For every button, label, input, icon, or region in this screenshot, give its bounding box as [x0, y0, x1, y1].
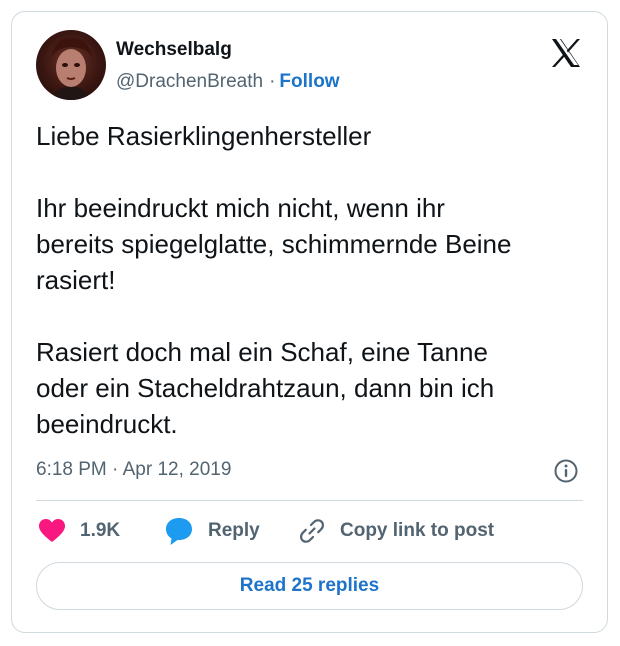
info-icon[interactable] — [553, 458, 579, 484]
avatar[interactable] — [36, 30, 106, 100]
link-icon — [300, 519, 324, 543]
copy-link-button[interactable]: Copy link to post — [298, 516, 494, 546]
heart-icon — [39, 519, 65, 542]
divider — [36, 500, 583, 501]
reply-button[interactable]: Reply — [164, 516, 260, 546]
avatar-portrait — [50, 37, 93, 100]
tweet-text: Liebe Rasierklingenhersteller Ihr beeind… — [36, 121, 512, 439]
like-button[interactable]: 1.9K — [38, 516, 120, 546]
author-display-name[interactable]: Wechselbalg — [116, 38, 232, 62]
author-handle-row: @DrachenBreath · Follow — [116, 70, 340, 94]
tweet-date: Apr 12, 2019 — [122, 459, 232, 480]
reply-label: Reply — [208, 520, 260, 541]
tweet-timestamp[interactable]: 6:18 PM · Apr 12, 2019 — [36, 457, 231, 483]
author-handle[interactable]: @DrachenBreath — [116, 71, 263, 92]
speech-bubble-icon — [166, 518, 192, 545]
tweet-time: 6:18 PM — [36, 459, 107, 480]
read-replies-button[interactable]: Read 25 replies — [36, 562, 583, 610]
timestamp-separator: · — [112, 459, 119, 480]
read-replies-label: Read 25 replies — [239, 575, 380, 596]
handle-separator: · — [269, 71, 276, 92]
like-count: 1.9K — [80, 520, 121, 541]
x-logo-icon[interactable] — [549, 36, 583, 70]
copy-link-label: Copy link to post — [340, 520, 495, 541]
follow-link[interactable]: Follow — [279, 71, 339, 92]
